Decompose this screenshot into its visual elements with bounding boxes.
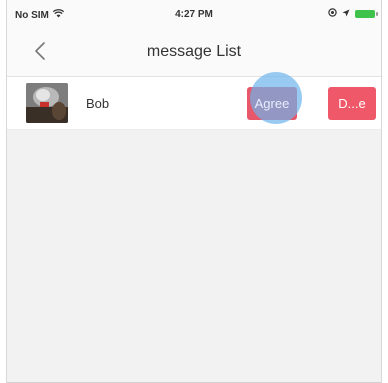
message-list: Bob Agree D...e bbox=[7, 72, 381, 130]
delete-button[interactable]: D...e bbox=[328, 87, 376, 120]
list-item[interactable]: Bob Agree D...e bbox=[7, 72, 381, 130]
phone-screen: No SIM 4:27 PM message List Bob Agree D.… bbox=[6, 0, 382, 383]
status-right bbox=[328, 8, 378, 20]
delete-button-label: D...e bbox=[338, 96, 366, 111]
page-title: message List bbox=[146, 43, 242, 60]
agree-button[interactable]: Agree bbox=[247, 87, 297, 120]
status-time: 4:27 PM bbox=[175, 9, 213, 20]
navigation-bar: message List bbox=[7, 30, 381, 77]
battery-icon bbox=[355, 10, 378, 18]
agree-button-label: Agree bbox=[254, 96, 290, 111]
location-icon bbox=[342, 9, 350, 20]
orientation-lock-icon bbox=[328, 8, 337, 20]
avatar bbox=[26, 83, 68, 123]
contact-name: Bob bbox=[86, 96, 110, 111]
status-bar: No SIM 4:27 PM bbox=[7, 0, 381, 30]
